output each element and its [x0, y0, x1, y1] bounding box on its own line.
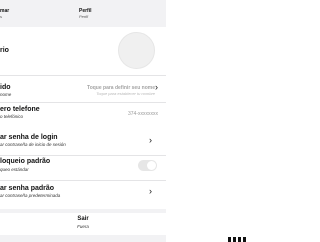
- nickname-hint-sub: Toque para establecer tu nombre: [96, 91, 155, 96]
- default-password-row[interactable]: ar senha padrão ar contraseña predetermi…: [0, 181, 166, 209]
- phone-value: 374-xxxxxxxx: [127, 111, 158, 117]
- nickname-title: ido: [0, 84, 11, 91]
- default-lock-row: loqueio padrão queo estándar: [0, 156, 166, 180]
- phone-subtitle: o telefónico: [0, 114, 24, 119]
- profile-photo-label: rio: [0, 47, 9, 54]
- top-bar: mar s Perfil Perfil: [0, 0, 166, 26]
- profile-photo-row[interactable]: rio: [0, 27, 166, 75]
- nickname-row[interactable]: ido nome Toque para definir seu nome Toq…: [0, 76, 166, 102]
- default-lock-toggle[interactable]: [138, 160, 157, 171]
- login-password-subtitle: ar contraseña de inicio de sesión: [0, 142, 66, 147]
- avatar[interactable]: [118, 32, 155, 69]
- phone-row[interactable]: ero telefone o telefónico 374-xxxxxxxx: [0, 103, 166, 131]
- nickname-subtitle: nome: [0, 92, 12, 97]
- chevron-right-icon: ›: [155, 82, 158, 92]
- tab-left[interactable]: mar s: [0, 8, 9, 19]
- default-lock-subtitle: queo estándar: [0, 167, 29, 172]
- chevron-right-icon: ›: [149, 135, 152, 145]
- toggle-knob: [147, 161, 156, 170]
- tab-profile[interactable]: Perfil Perfil: [79, 8, 92, 19]
- default-password-title: ar senha padrão: [0, 185, 55, 192]
- default-lock-title: loqueio padrão: [0, 158, 51, 165]
- login-password-row[interactable]: ar senha de login ar contraseña de inici…: [0, 128, 166, 155]
- tab-left-subtitle: s: [0, 14, 2, 19]
- exit-subtitle: Fuera: [77, 224, 89, 229]
- security-card: ar senha de login ar contraseña de inici…: [0, 128, 166, 209]
- corner-mark-icon: [228, 237, 247, 242]
- phone-title: ero telefone: [0, 106, 40, 113]
- bottom-bar: [0, 236, 166, 242]
- exit-button[interactable]: Sair Fuera: [0, 213, 166, 235]
- exit-title: Sair: [77, 216, 89, 222]
- tab-profile-subtitle: Perfil: [79, 14, 89, 19]
- profile-screen: mar s Perfil Perfil rio ido nome Toque p…: [0, 0, 166, 242]
- default-password-subtitle: ar contraseña predeterminada: [0, 193, 61, 198]
- chevron-right-icon: ›: [149, 186, 152, 196]
- login-password-title: ar senha de login: [0, 134, 58, 141]
